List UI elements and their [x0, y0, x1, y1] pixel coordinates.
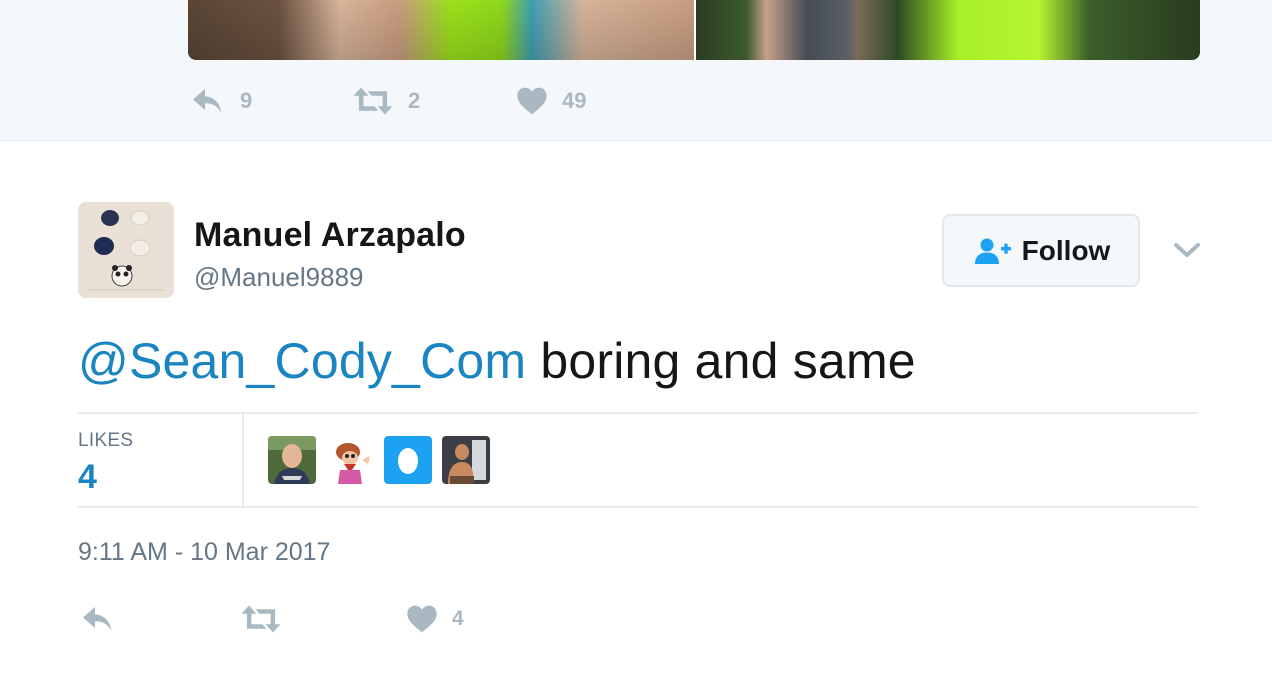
media-photo-left[interactable]	[188, 0, 694, 60]
media-photo-right[interactable]	[696, 0, 1200, 60]
like-button[interactable]: 4	[406, 604, 464, 634]
chevron-down-icon	[1174, 243, 1200, 257]
like-count: 4	[452, 607, 464, 630]
liker-photo	[268, 436, 316, 484]
liker-avatar[interactable]	[384, 436, 432, 484]
heart-icon	[407, 605, 437, 633]
tweet-actions: 4	[80, 604, 500, 636]
reply-icon	[83, 607, 112, 631]
likes-stat[interactable]: LIKES 4	[78, 414, 244, 506]
likes-count: 4	[78, 458, 97, 496]
liker-photo	[442, 436, 490, 484]
liker-avatar[interactable]	[326, 436, 374, 484]
retweet-button[interactable]: 2	[352, 86, 420, 116]
reply-icon	[193, 89, 222, 113]
author-name[interactable]: Manuel Arzapalo	[194, 216, 466, 255]
previous-tweet: 9 2 49	[0, 0, 1272, 141]
heart-icon	[517, 87, 547, 115]
mention-link[interactable]: @Sean_Cody_Com	[78, 333, 526, 389]
reply-count: 9	[240, 88, 253, 113]
previous-tweet-media[interactable]	[188, 0, 1200, 60]
retweet-button[interactable]	[240, 604, 282, 634]
like-count: 49	[562, 88, 587, 113]
likes-label: LIKES	[78, 430, 134, 451]
retweet-icon	[353, 87, 393, 115]
egg-icon	[384, 436, 432, 484]
tweet-body: boring and same	[526, 333, 916, 389]
reply-button[interactable]: 9	[190, 86, 252, 116]
author-handle[interactable]: @Manuel9889	[194, 262, 364, 293]
previous-tweet-actions: 9 2 49	[190, 86, 610, 122]
likers-avatars	[268, 436, 500, 484]
avatar-image	[78, 202, 174, 298]
liker-avatar[interactable]	[442, 436, 490, 484]
retweet-count: 2	[408, 88, 421, 113]
follow-button[interactable]: Follow	[942, 214, 1140, 287]
follow-label: Follow	[1021, 234, 1111, 266]
liker-photo	[326, 436, 374, 484]
tweet-text: @Sean_Cody_Com boring and same	[78, 332, 916, 390]
more-options-button[interactable]	[1172, 238, 1202, 262]
liker-avatar[interactable]	[268, 436, 316, 484]
author-avatar[interactable]	[78, 202, 174, 298]
like-button[interactable]: 49	[516, 86, 586, 116]
retweet-icon	[241, 605, 281, 633]
tweet-timestamp: 9:11 AM - 10 Mar 2017	[78, 538, 331, 566]
add-person-icon	[974, 238, 1011, 264]
tweet-stats: LIKES 4	[78, 412, 1198, 508]
reply-button[interactable]	[80, 604, 116, 634]
